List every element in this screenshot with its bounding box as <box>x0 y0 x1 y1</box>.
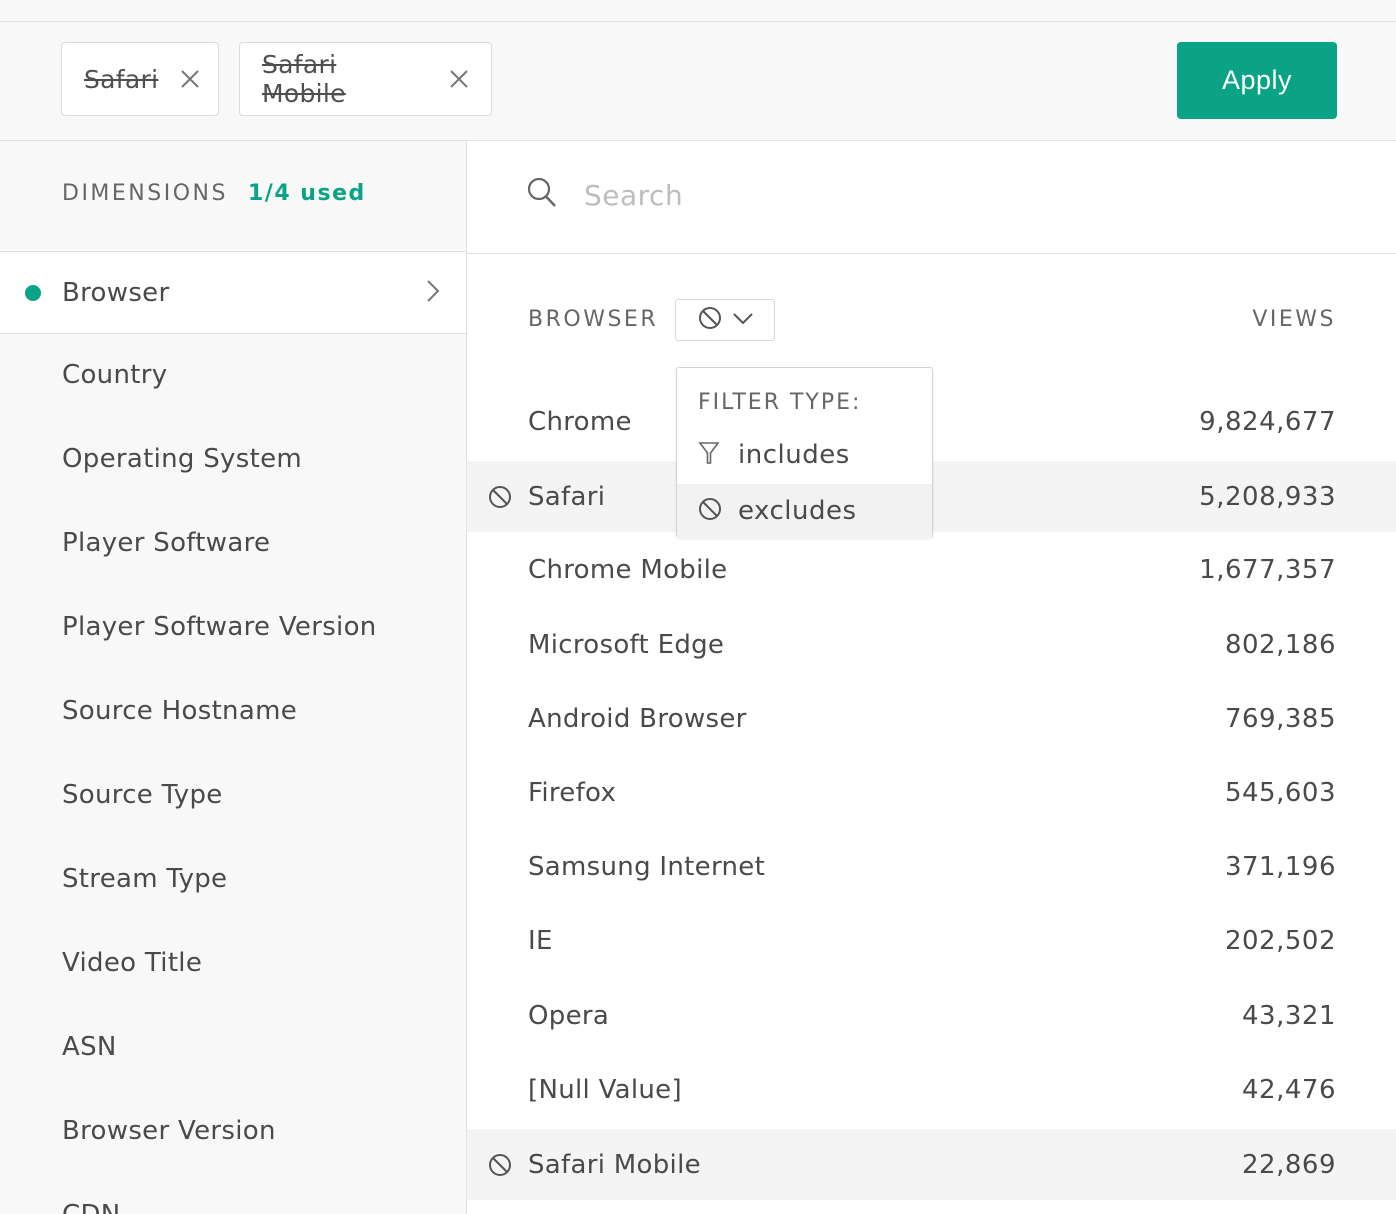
row-browser-name: Chrome Mobile <box>528 554 728 585</box>
row-views: 5,208,933 <box>1199 481 1336 512</box>
row-browser-name: Chrome <box>528 406 632 437</box>
sidebar-item-player-software[interactable]: Player Software <box>0 502 466 584</box>
column-header-views: VIEWS <box>1252 307 1336 332</box>
row-browser-name: Safari Mobile <box>528 1149 701 1180</box>
filter-chip-label: Safari <box>84 64 159 94</box>
remove-chip-icon[interactable] <box>180 69 200 89</box>
column-header-browser: BROWSER <box>528 307 659 332</box>
row-browser-name: [Null Value] <box>528 1074 682 1105</box>
sidebar-item-source-type[interactable]: Source Type <box>0 754 466 836</box>
table-row[interactable]: Samsung Internet 371,196 <box>467 831 1396 902</box>
sidebar-item-label: Browser <box>62 277 170 308</box>
sidebar-item-label: Operating System <box>62 444 303 474</box>
sidebar-item-label: CDN <box>62 1200 121 1214</box>
filter-bar: Safari Safari Mobile Apply <box>0 22 1396 141</box>
row-browser-name: IE <box>528 925 553 956</box>
row-views: 22,869 <box>1242 1149 1336 1180</box>
search-icon <box>527 177 557 213</box>
table-row[interactable]: IE 202,502 <box>467 905 1396 976</box>
table-row[interactable]: Microsoft Edge 802,186 <box>467 609 1396 680</box>
filter-type-option-includes[interactable]: includes <box>677 428 932 482</box>
table-row[interactable]: Firefox 545,603 <box>467 757 1396 828</box>
filter-type-menu: FILTER TYPE: includes excludes <box>676 367 933 538</box>
filter-chip-safari[interactable]: Safari <box>61 42 219 116</box>
sidebar-item-stream-type[interactable]: Stream Type <box>0 838 466 920</box>
sidebar-item-label: Source Type <box>62 780 223 810</box>
row-browser-name: Microsoft Edge <box>528 629 725 660</box>
row-views: 42,476 <box>1242 1074 1336 1105</box>
sidebar-item-label: ASN <box>62 1032 117 1062</box>
table-row[interactable]: [Null Value] 42,476 <box>467 1054 1396 1125</box>
sidebar-item-label: Stream Type <box>62 864 228 894</box>
row-views: 202,502 <box>1224 925 1336 956</box>
table-row[interactable]: Opera 43,321 <box>467 980 1396 1051</box>
row-views: 371,196 <box>1224 851 1336 882</box>
option-label: includes <box>738 440 850 470</box>
row-browser-name: Safari <box>528 481 606 512</box>
values-panel: BROWSER VIEWS Chrome 9,824,677 Safari 5,… <box>467 141 1396 1214</box>
excluded-icon <box>488 485 512 513</box>
sidebar-item-label: Player Software Version <box>62 612 377 642</box>
sidebar-item-cdn[interactable]: CDN <box>0 1174 466 1214</box>
table-row[interactable]: Chrome Mobile 1,677,357 <box>467 534 1396 605</box>
top-strip <box>0 0 1396 22</box>
filter-chip-label: Safari Mobile <box>262 50 346 108</box>
row-views: 545,603 <box>1224 777 1336 808</box>
row-views: 769,385 <box>1224 703 1336 734</box>
excluded-icon <box>488 1153 512 1181</box>
active-dot-icon <box>25 284 41 301</box>
row-views: 1,677,357 <box>1199 554 1336 585</box>
remove-chip-icon[interactable] <box>449 69 469 89</box>
chevron-right-icon <box>425 278 441 308</box>
sidebar-item-video-title[interactable]: Video Title <box>0 922 466 1004</box>
sidebar-item-label: Source Hostname <box>62 696 297 726</box>
dimensions-used-count: 1/4 used <box>248 181 366 206</box>
excludes-icon <box>698 306 722 334</box>
search-input[interactable] <box>582 171 1286 219</box>
filter-type-dropdown-button[interactable] <box>675 299 775 341</box>
chevron-down-icon <box>732 311 754 330</box>
row-browser-name: Android Browser <box>528 703 747 734</box>
row-views: 802,186 <box>1224 629 1336 660</box>
sidebar-item-label: Country <box>62 360 168 390</box>
apply-button[interactable]: Apply <box>1177 42 1337 119</box>
row-browser-name: Samsung Internet <box>528 851 766 882</box>
dimensions-heading: DIMENSIONS <box>62 181 228 206</box>
table-row[interactable]: Safari Mobile 22,869 <box>467 1129 1396 1200</box>
sidebar-item-label: Video Title <box>62 948 203 978</box>
row-views: 43,321 <box>1242 1000 1336 1031</box>
filter-type-option-excludes[interactable]: excludes <box>677 484 932 538</box>
row-views: 9,824,677 <box>1199 406 1336 437</box>
row-browser-name: Opera <box>528 1000 610 1031</box>
filter-chip-safari-mobile[interactable]: Safari Mobile <box>239 42 492 116</box>
sidebar-item-asn[interactable]: ASN <box>0 1006 466 1088</box>
excludes-icon <box>698 497 722 525</box>
sidebar-item-label: Player Software <box>62 528 271 558</box>
sidebar-item-player-software-version[interactable]: Player Software Version <box>0 586 466 668</box>
sidebar-item-browser[interactable]: Browser <box>0 252 466 334</box>
option-label: excludes <box>738 496 857 526</box>
sidebar-item-country[interactable]: Country <box>0 334 466 416</box>
row-browser-name: Firefox <box>528 777 617 808</box>
sidebar-item-operating-system[interactable]: Operating System <box>0 418 466 500</box>
sidebar-item-browser-version[interactable]: Browser Version <box>0 1090 466 1172</box>
dimensions-sidebar: DIMENSIONS 1/4 used Browser Country Oper… <box>0 141 467 1214</box>
sidebar-item-label: Browser Version <box>62 1116 276 1146</box>
table-row[interactable]: Android Browser 769,385 <box>467 683 1396 754</box>
filter-icon <box>698 441 720 469</box>
search-bar <box>467 141 1396 254</box>
filter-type-title: FILTER TYPE: <box>698 390 862 415</box>
sidebar-item-source-hostname[interactable]: Source Hostname <box>0 670 466 752</box>
